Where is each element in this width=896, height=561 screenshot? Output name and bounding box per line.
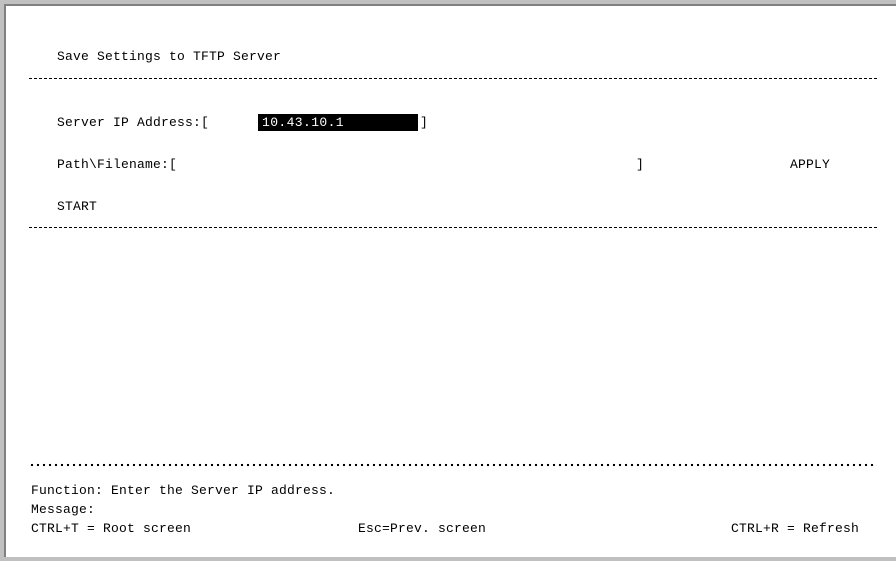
middle-divider	[29, 227, 877, 239]
server-ip-close-bracket: ]	[420, 115, 429, 130]
function-label: Function:	[31, 483, 104, 498]
function-text: Enter the Server IP address.	[111, 483, 336, 498]
page-title: Save Settings to TFTP Server	[57, 49, 282, 64]
refresh-hint[interactable]: CTRL+R = Refresh	[731, 521, 859, 537]
path-filename-label: Path\Filename:[	[57, 157, 178, 172]
prev-screen-hint[interactable]: Esc=Prev. screen	[358, 521, 486, 537]
top-divider	[29, 78, 877, 90]
apply-button[interactable]: APPLY	[790, 157, 830, 173]
start-button[interactable]: START	[57, 199, 97, 215]
path-filename-close-bracket: ]	[636, 157, 645, 172]
server-ip-input[interactable]: 10.43.10.1	[260, 114, 418, 131]
message-label: Message:	[31, 502, 96, 517]
root-screen-hint[interactable]: CTRL+T = Root screen	[31, 521, 191, 537]
footer-divider	[29, 460, 877, 470]
server-ip-label: Server IP Address:[	[57, 115, 210, 130]
path-filename-input[interactable]	[213, 157, 631, 173]
